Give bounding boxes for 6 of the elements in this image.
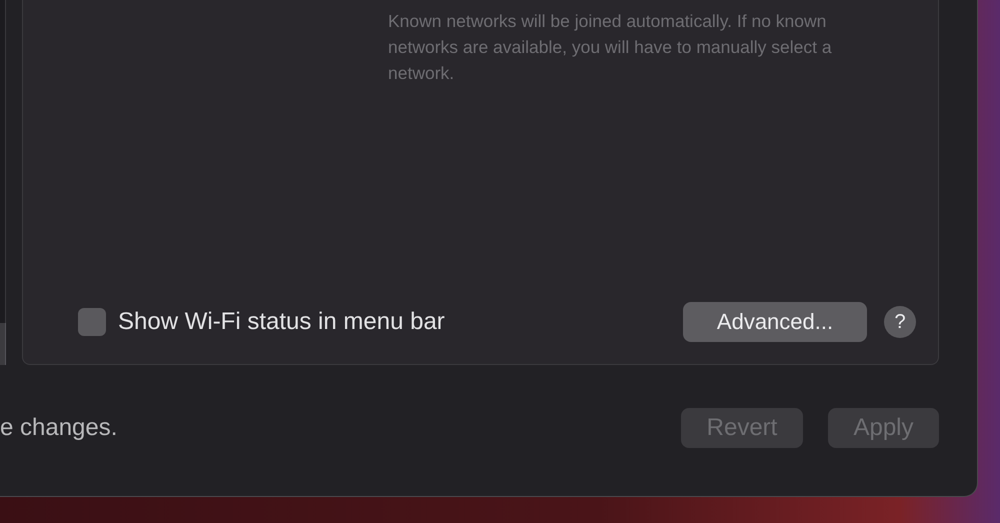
hint-text: Known networks will be joined automatically. If no known networks are available, you will have to manually select a network.	[388, 10, 833, 85]
help-button[interactable]: ?	[884, 306, 916, 338]
checkbox-label: Show Wi-Fi status in menu bar	[118, 308, 445, 336]
checkbox[interactable]	[78, 308, 106, 336]
advanced-button[interactable]: Advanced...	[683, 302, 867, 342]
footer-note: e changes.	[0, 414, 118, 442]
